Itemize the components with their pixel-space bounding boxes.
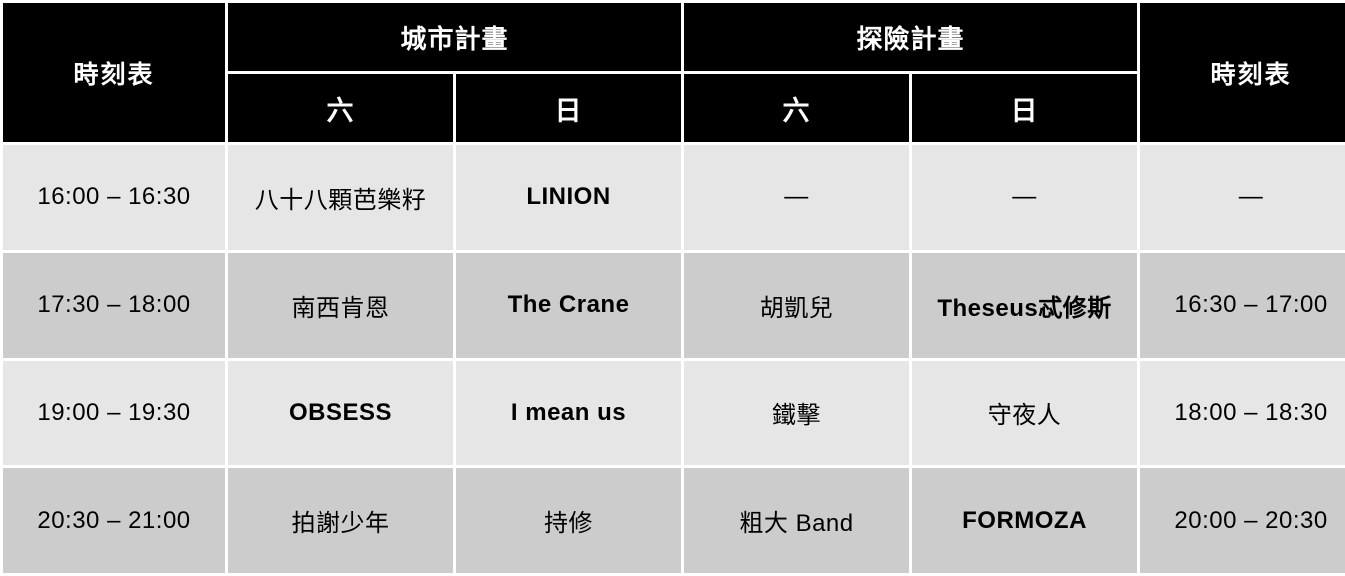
cell-city-saturday: 南西肯恩 [228,252,453,358]
cell-adventure-saturday: — [684,145,910,250]
header-city-saturday: 六 [228,74,453,142]
cell-adventure-saturday: 鐵擊 [684,360,910,466]
header-time-label-right: 時刻表 [1140,3,1345,142]
header-group-city-plan: 城市計畫 [228,3,682,71]
header-group-row: 時刻表 城市計畫 探險計畫 時刻表 [3,3,1345,142]
header-adventure-saturday: 六 [684,74,910,142]
cell-adventure-sunday: — [912,145,1138,250]
table-row: 16:00 – 16:30 八十八顆芭樂籽 LINION — — — [3,145,1345,250]
cell-city-sunday: I mean us [456,360,682,466]
festival-schedule-table: 時刻表 城市計畫 探險計畫 時刻表 六 日 六 日 16:00 – 16:30 … [0,0,1345,576]
cell-time-left: 16:00 – 16:30 [3,145,225,250]
cell-adventure-sunday: 守夜人 [912,360,1138,466]
header-time-label-left: 時刻表 [3,3,225,142]
cell-time-left: 19:00 – 19:30 [3,360,225,466]
cell-adventure-saturday: 粗大 Band [684,468,910,573]
cell-city-sunday: The Crane [456,252,682,358]
table-row: 17:30 – 18:00 南西肯恩 The Crane 胡凱兒 Theseus… [3,252,1345,358]
cell-adventure-sunday: Theseus忒修斯 [912,252,1138,358]
header-adventure-sunday: 日 [912,74,1138,142]
table-row: 19:00 – 19:30 OBSESS I mean us 鐵擊 守夜人 18… [3,360,1345,466]
cell-city-saturday: 八十八顆芭樂籽 [228,145,453,250]
header-city-sunday: 日 [456,74,682,142]
cell-city-sunday: 持修 [456,468,682,573]
cell-city-saturday: 拍謝少年 [228,468,453,573]
table-row: 20:30 – 21:00 拍謝少年 持修 粗大 Band FORMOZA 20… [3,468,1345,573]
table-body: 16:00 – 16:30 八十八顆芭樂籽 LINION — — — 17:30… [3,145,1345,573]
cell-time-right: 16:30 – 17:00 [1140,252,1345,358]
cell-time-right: — [1140,145,1345,250]
header-group-adventure-plan: 探險計畫 [684,3,1138,71]
cell-time-right: 18:00 – 18:30 [1140,360,1345,466]
cell-time-left: 17:30 – 18:00 [3,252,225,358]
cell-adventure-sunday: FORMOZA [912,468,1138,573]
cell-city-sunday: LINION [456,145,682,250]
cell-city-saturday: OBSESS [228,360,453,466]
cell-time-right: 20:00 – 20:30 [1140,468,1345,573]
table-header: 時刻表 城市計畫 探險計畫 時刻表 六 日 六 日 [3,3,1345,142]
cell-adventure-saturday: 胡凱兒 [684,252,910,358]
cell-time-left: 20:30 – 21:00 [3,468,225,573]
